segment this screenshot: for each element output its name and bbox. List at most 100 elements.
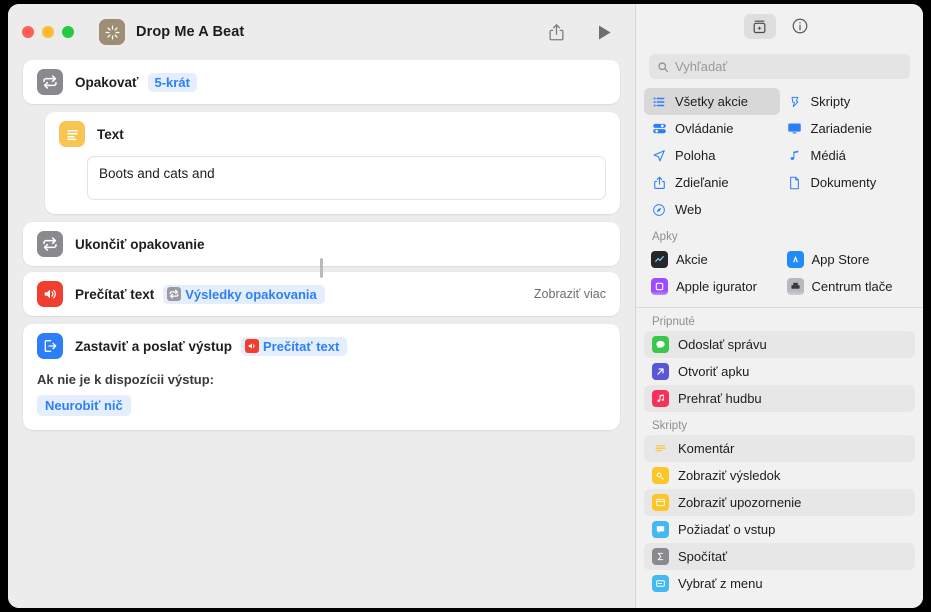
scroll-icon <box>787 95 803 109</box>
app-item-apple-configurator[interactable]: Apple igurator <box>644 273 780 300</box>
action-connector <box>320 258 323 278</box>
menu-choose-icon <box>652 575 669 592</box>
print-center-icon <box>787 278 804 295</box>
list-item-zobrazit-vysledok[interactable]: Zobraziť výsledok <box>644 462 915 489</box>
category-label: Všetky akcie <box>675 94 748 109</box>
section-title-pripnute: Pripnuté <box>636 308 923 331</box>
repeat-icon <box>37 231 63 257</box>
list-item-vybrat-z-menu[interactable]: Vybrať z menu <box>644 570 915 597</box>
no-output-label: Ak nie je k dispozícii výstup: <box>23 368 620 387</box>
minimize-button[interactable] <box>42 26 54 38</box>
app-item-akcie[interactable]: Akcie <box>644 246 780 273</box>
list-icon <box>651 95 667 109</box>
apps-list: Akcie App Store Apple igurator <box>636 246 923 300</box>
category-label: Web <box>675 202 702 217</box>
list-item-prehrat-hudbu[interactable]: Prehrať hudbu <box>644 385 915 412</box>
speaker-icon <box>245 339 259 353</box>
alert-icon <box>652 494 669 511</box>
category-label: Ovládanie <box>675 121 734 136</box>
category-label: Médiá <box>811 148 846 163</box>
category-zariadenie[interactable]: Zariadenie <box>780 115 916 142</box>
info-tab[interactable] <box>784 14 816 39</box>
category-label: Poloha <box>675 148 715 163</box>
music-icon <box>652 390 669 407</box>
app-store-icon <box>787 251 804 268</box>
action-label: Ukončiť opakovanie <box>75 237 205 252</box>
list-item-label: Prehrať hudbu <box>678 391 762 406</box>
variable-token-speak-text[interactable]: Prečítať text <box>241 337 347 356</box>
run-button[interactable] <box>589 19 619 45</box>
title-bar: Drop Me A Beat <box>8 4 635 60</box>
search-input[interactable]: Vyhľadať <box>649 54 910 79</box>
variable-token-repeat-results[interactable]: Výsledky opakovania <box>163 285 325 304</box>
share-button[interactable] <box>541 19 571 45</box>
ask-input-icon <box>652 521 669 538</box>
category-label: Dokumenty <box>811 175 877 190</box>
list-item-label: Požiadať o vstup <box>678 522 775 537</box>
section-title-skripty: Skripty <box>636 412 923 435</box>
text-icon <box>59 121 85 147</box>
quick-look-icon <box>652 467 669 484</box>
zoom-button[interactable] <box>62 26 74 38</box>
page-title: Drop Me A Beat <box>136 24 244 40</box>
app-label: Akcie <box>676 252 708 267</box>
category-skripty[interactable]: Skripty <box>780 88 916 115</box>
action-library-tab[interactable] <box>744 14 776 39</box>
list-item-label: Vybrať z menu <box>678 576 763 591</box>
action-card-stop-and-output[interactable]: Zastaviť a poslať výstup Prečítať text A… <box>23 324 620 430</box>
list-item-otvorit-apku[interactable]: Otvoriť apku <box>644 358 915 385</box>
category-web[interactable]: Web <box>644 196 780 223</box>
repeat-icon <box>167 287 181 301</box>
count-icon <box>652 548 669 565</box>
app-label: Centrum tlače <box>812 279 893 294</box>
category-media[interactable]: Médiá <box>780 142 916 169</box>
list-item-zobrazit-upozornenie[interactable]: Zobraziť upozornenie <box>644 489 915 516</box>
token-label: Prečítať text <box>263 339 339 354</box>
category-dokumenty[interactable]: Dokumenty <box>780 169 916 196</box>
category-ovladanie[interactable]: Ovládanie <box>644 115 780 142</box>
category-grid: Všetky akcie Skripty <box>636 88 923 223</box>
shortcuts-window: Drop Me A Beat <box>8 4 923 608</box>
list-item-komentar[interactable]: Komentár <box>644 435 915 462</box>
no-output-option[interactable]: Neurobiť nič <box>37 395 131 416</box>
list-item-label: Komentár <box>678 441 734 456</box>
list-item-label: Spočítať <box>678 549 727 564</box>
search-container: Vyhľadať <box>636 48 923 88</box>
open-app-icon <box>652 363 669 380</box>
section-title-apky: Apky <box>636 223 923 246</box>
category-zdielanie[interactable]: Zdieľanie <box>644 169 780 196</box>
list-item-spocitat[interactable]: Spočítať <box>644 543 915 570</box>
display-icon <box>787 121 803 136</box>
traffic-lights <box>22 26 74 38</box>
action-library-panel: Vyhľadať Všetky akcie Skri <box>635 4 923 608</box>
messages-icon <box>652 336 669 353</box>
app-label: Apple igurator <box>676 279 757 294</box>
list-item-poziadat-o-vstup[interactable]: Požiadať o vstup <box>644 516 915 543</box>
scripts-list: Komentár Zobraziť výsledok Zobraziť upoz… <box>636 435 923 597</box>
list-item-odoslat-spravu[interactable]: Odoslať správu <box>644 331 915 358</box>
action-label: Text <box>97 127 124 142</box>
text-input-field[interactable]: Boots and cats and <box>87 156 606 200</box>
app-item-centrum-tlace[interactable]: Centrum tlače <box>780 273 916 300</box>
search-icon <box>657 61 669 73</box>
action-card-repeat[interactable]: Opakovať 5-krát <box>23 60 620 104</box>
repeat-count-pill[interactable]: 5-krát <box>148 73 197 92</box>
list-item-label: Zobraziť výsledok <box>678 468 780 483</box>
speaker-icon <box>37 281 63 307</box>
category-label: Zdieľanie <box>675 175 729 190</box>
action-card-speak-text[interactable]: Prečítať text Výsledky opakovania Zobraz… <box>23 272 620 316</box>
list-item-label: Otvoriť apku <box>678 364 749 379</box>
category-label: Skripty <box>811 94 851 109</box>
app-item-app-store[interactable]: App Store <box>780 246 916 273</box>
app-label: App Store <box>812 252 870 267</box>
configurator-app-icon <box>651 278 668 295</box>
category-poloha[interactable]: Poloha <box>644 142 780 169</box>
library-tabs <box>636 4 923 48</box>
action-card-text[interactable]: Text Boots and cats and <box>45 112 620 214</box>
document-icon <box>787 176 803 190</box>
show-more-button[interactable]: Zobraziť viac <box>534 287 606 301</box>
category-vsetky-akcie[interactable]: Všetky akcie <box>644 88 780 115</box>
close-button[interactable] <box>22 26 34 38</box>
list-item-label: Odoslať správu <box>678 337 767 352</box>
token-label: Výsledky opakovania <box>185 287 317 302</box>
